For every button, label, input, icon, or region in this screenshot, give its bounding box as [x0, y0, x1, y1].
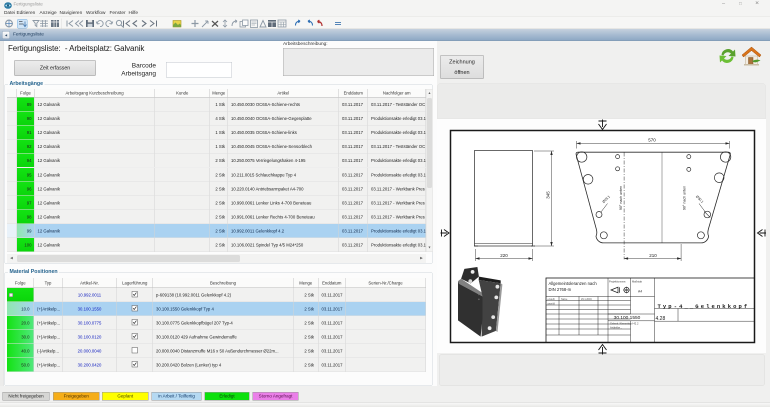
svg-text:Gelenk. Klemmkopf 42.2: Gelenk. Klemmkopf 42.2 [610, 321, 639, 325]
svg-text:570: 570 [648, 138, 656, 143]
svg-text:geprüft: geprüft [548, 302, 556, 305]
svg-text:Maßstab: Maßstab [632, 280, 643, 284]
svg-text:29.1.2004: 29.1.2004 [581, 298, 592, 301]
svg-text:345: 345 [546, 191, 551, 199]
svg-text:Projektionsme.: Projektionsme. [609, 280, 626, 284]
svg-text:90° nach unten: 90° nach unten [683, 186, 687, 210]
svg-text:210: 210 [649, 253, 657, 258]
svg-text:Allgemeintoleranzen nach: Allgemeintoleranzen nach [549, 281, 598, 286]
svg-text:Name: Name [561, 298, 568, 301]
svg-text:Artikelbe...: Artikelbe... [610, 326, 623, 330]
svg-text:90° nach unten: 90° nach unten [619, 186, 623, 210]
svg-text:Typ-4__Gelenkkopf: Typ-4__Gelenkkopf [658, 303, 750, 310]
svg-text:220: 220 [500, 253, 508, 258]
svg-text:DIN 2768-m: DIN 2768-m [549, 287, 572, 292]
svg-text:A4: A4 [638, 290, 642, 294]
svg-text:4.28: 4.28 [656, 316, 666, 322]
svg-text:30.100.1550: 30.100.1550 [614, 315, 641, 321]
svg-text:erstellt: erstellt [548, 298, 555, 301]
